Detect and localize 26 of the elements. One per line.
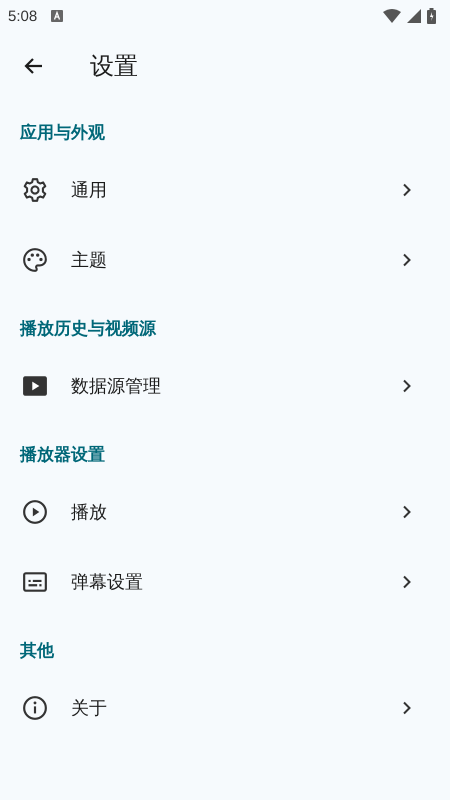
section-header: 播放器设置: [18, 444, 106, 467]
chevron-icon: [402, 575, 412, 589]
settings-icon: [22, 177, 48, 203]
settings-item[interactable]: 弹幕设置: [0, 547, 450, 617]
settings-item[interactable]: 关于: [0, 673, 450, 743]
settings-item[interactable]: 通用: [0, 155, 450, 225]
chevron-icon: [402, 183, 412, 197]
battery-icon: [427, 8, 436, 24]
settings-item[interactable]: 数据源管理: [0, 351, 450, 421]
wifi-icon: [383, 9, 401, 23]
section-header: 其他: [19, 640, 56, 663]
play-icon: [22, 499, 48, 525]
section-header: 播放历史与视频源: [18, 318, 158, 341]
signal-icon: [407, 9, 421, 23]
chevron-icon: [402, 379, 412, 393]
section-header: 应用与外观: [18, 122, 106, 145]
status-time: 5:08: [8, 8, 38, 24]
settings-item[interactable]: 主题: [0, 225, 450, 295]
palette-icon: [22, 247, 48, 273]
chevron-icon: [402, 253, 412, 267]
page-title: 设置: [90, 50, 138, 82]
settings-item[interactable]: 播放: [0, 477, 450, 547]
chevron-icon: [402, 701, 412, 715]
info-icon: [22, 695, 48, 721]
notification-icon: [51, 10, 64, 22]
chevron-icon: [402, 505, 412, 519]
